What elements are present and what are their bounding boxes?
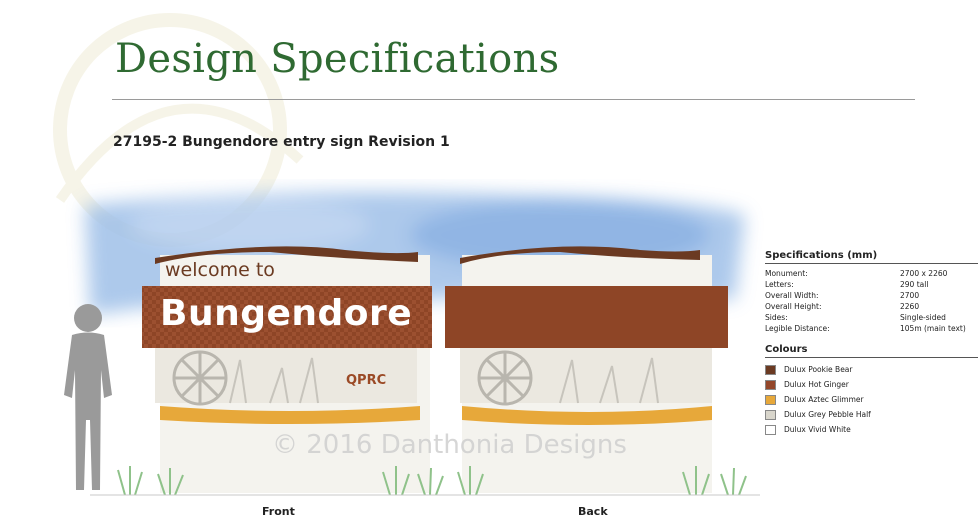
spec-label: Legible Distance: xyxy=(765,324,830,333)
caption-back: Back xyxy=(578,505,608,518)
specifications-heading: Specifications (mm) xyxy=(765,250,978,264)
spec-value: 2260 xyxy=(900,302,920,311)
colour-name: Dulux Vivid White xyxy=(784,425,851,434)
colour-item: Dulux Grey Pebble Half xyxy=(765,407,978,422)
wagon-wheel-back xyxy=(477,350,533,406)
spec-value: 290 tall xyxy=(900,280,929,289)
colour-item: Dulux Vivid White xyxy=(765,422,978,437)
spec-label: Sides: xyxy=(765,313,788,322)
colour-name: Dulux Aztec Glimmer xyxy=(784,395,864,404)
colour-name: Dulux Pookie Bear xyxy=(784,365,853,374)
sign-logo-text: QPRC xyxy=(346,373,387,388)
spec-label: Overall Width: xyxy=(765,291,819,300)
colour-item: Dulux Aztec Glimmer xyxy=(765,392,978,407)
colour-name: Dulux Hot Ginger xyxy=(784,380,849,389)
spec-value: 105m (main text) xyxy=(900,324,966,333)
spec-value: 2700 x 2260 xyxy=(900,269,948,278)
spec-row: Monument: 2700 x 2260 xyxy=(765,268,978,279)
spec-row: Letters: 290 tall xyxy=(765,279,978,290)
colour-swatch xyxy=(765,379,776,390)
spec-row: Overall Width: 2700 xyxy=(765,290,978,301)
spec-row: Sides: Single-sided xyxy=(765,312,978,323)
caption-front: Front xyxy=(262,505,295,518)
sign-town-name: Bungendore xyxy=(160,293,413,334)
colour-name: Dulux Grey Pebble Half xyxy=(784,410,871,419)
spec-label: Monument: xyxy=(765,269,808,278)
spec-row: Legible Distance: 105m (main text) xyxy=(765,323,978,334)
spec-label: Letters: xyxy=(765,280,794,289)
colour-swatch xyxy=(765,394,776,405)
colour-item: Dulux Hot Ginger xyxy=(765,377,978,392)
colours-heading: Colours xyxy=(765,344,978,358)
colour-swatch xyxy=(765,424,776,435)
colour-swatch xyxy=(765,364,776,375)
copyright-watermark: © 2016 Danthonia Designs xyxy=(272,430,627,460)
colour-swatch xyxy=(765,409,776,420)
person-silhouette xyxy=(64,304,112,490)
sign-welcome-text: welcome to xyxy=(165,259,275,281)
spec-row: Overall Height: 2260 xyxy=(765,301,978,312)
spec-value: Single-sided xyxy=(900,313,946,322)
spec-value: 2700 xyxy=(900,291,920,300)
wagon-wheel xyxy=(172,350,228,406)
spec-label: Overall Height: xyxy=(765,302,822,311)
specifications-panel: Specifications (mm) Monument: 2700 x 226… xyxy=(765,250,978,437)
colour-item: Dulux Pookie Bear xyxy=(765,362,978,377)
